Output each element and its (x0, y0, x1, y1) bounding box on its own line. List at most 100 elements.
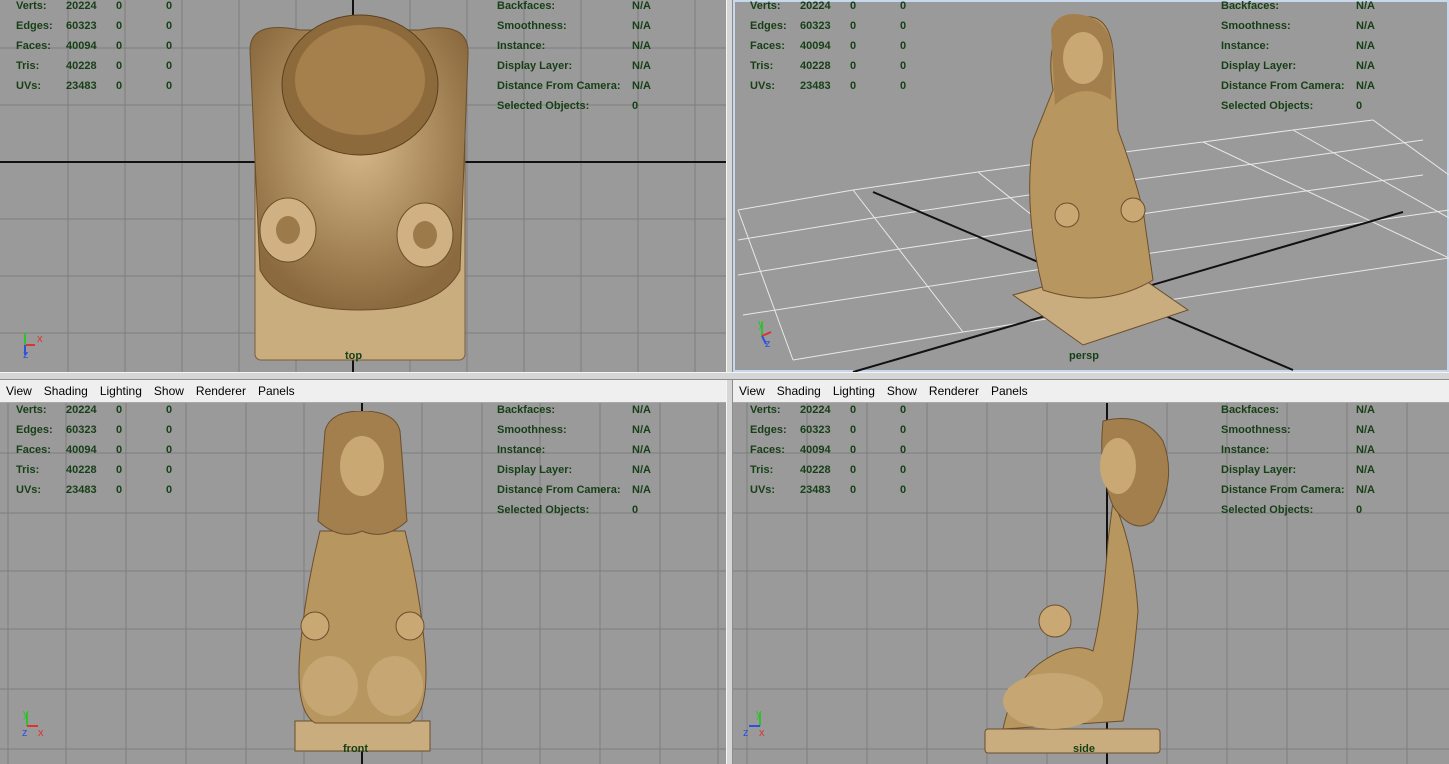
axis-gizmo-icon: y z x (743, 708, 765, 738)
hud-label: Display Layer: (497, 464, 573, 476)
hud-value: 0 (166, 404, 173, 416)
axis-gizmo-icon: y z (758, 318, 772, 348)
menu-view[interactable]: View (733, 384, 771, 398)
viewport-canvas[interactable]: Verts: 20224 0 0 Edges: 60323 0 0 Faces: 40094 0… (733, 0, 1449, 372)
hud-info-row: Smoothness: N/A (1221, 16, 1396, 36)
menu-view[interactable]: View (0, 384, 38, 398)
hud-value: N/A (632, 40, 651, 52)
hud-value: 0 (900, 484, 907, 496)
hud-info-row: Distance From Camera: N/A (1221, 76, 1396, 96)
hud-label: Instance: (497, 40, 546, 52)
menu-lighting[interactable]: Lighting (94, 384, 148, 398)
hud-faces-row: Faces: 40094 0 0 (750, 36, 930, 56)
hud-value: 0 (850, 404, 857, 416)
axis-y-label: y (758, 318, 764, 330)
hud-info-row: Display Layer: N/A (497, 56, 672, 76)
statue-top-view[interactable] (240, 10, 480, 362)
hud-info-row: Distance From Camera: N/A (497, 76, 672, 96)
hud-tris-row: Tris: 40228 0 0 (16, 56, 196, 76)
statue-side-view[interactable] (983, 411, 1203, 756)
camera-label-top: top (345, 350, 363, 362)
viewport-persp[interactable]: Verts: 20224 0 0 Edges: 60323 0 0 Faces: 40094 0… (733, 0, 1449, 372)
hud-value: 40228 (66, 60, 97, 72)
hud-value: 0 (116, 404, 123, 416)
hud-label: UVs: (750, 484, 776, 496)
viewport-canvas[interactable]: Verts: 20224 0 0 Edges: 60323 0 0 Faces: 40094 0… (0, 403, 726, 764)
hud-info-row: Smoothness: N/A (497, 16, 672, 36)
hud-label: Selected Objects: (497, 100, 590, 112)
hud-label: Faces: (16, 444, 51, 456)
axis-gizmo-icon: x z (23, 333, 43, 360)
axis-z-label: z (22, 727, 28, 738)
viewport-canvas[interactable]: Verts: 20224 0 0 Edges: 60323 0 0 Faces: 40094 0… (0, 0, 726, 372)
hud-value: 0 (850, 464, 857, 476)
hud-label: Backfaces: (497, 0, 556, 12)
hud-value: N/A (1356, 464, 1375, 476)
hud-value: 0 (166, 444, 173, 456)
hud-value: 0 (900, 464, 907, 476)
hud-label: Smoothness: (497, 424, 567, 436)
hud-uvs-row: UVs: 23483 0 0 (750, 76, 930, 96)
hud-info-row: Selected Objects: 0 (497, 96, 672, 116)
menu-shading[interactable]: Shading (771, 384, 827, 398)
hud-label: Display Layer: (497, 60, 573, 72)
hud-uvs-row: UVs: 23483 0 0 (750, 480, 930, 500)
poly-count-hud: Verts: 20224 0 0 Edges: 60323 0 0 Faces: 40094 0… (16, 0, 196, 96)
hud-value: 0 (850, 444, 857, 456)
axis-x-label: x (38, 727, 44, 738)
hud-value: 20224 (66, 404, 97, 416)
hud-value: N/A (632, 0, 651, 12)
hud-label: Edges: (750, 424, 787, 436)
hud-info-row: Instance: N/A (1221, 36, 1396, 56)
hud-label: Smoothness: (1221, 20, 1291, 32)
hud-edges-row: Edges: 60323 0 0 (16, 16, 196, 36)
viewport-top[interactable]: Verts: 20224 0 0 Edges: 60323 0 0 Faces: 40094 0… (0, 0, 726, 372)
menu-show[interactable]: Show (881, 384, 923, 398)
pane-divider-vertical[interactable] (726, 0, 733, 764)
hud-value: N/A (632, 404, 651, 416)
camera-label-side: side (1073, 743, 1096, 755)
hud-label: Verts: (16, 404, 47, 416)
statue-persp-view[interactable] (1003, 10, 1203, 350)
menu-panels[interactable]: Panels (252, 384, 301, 398)
hud-label: Edges: (16, 20, 53, 32)
hud-info-row: Backfaces: N/A (497, 400, 672, 420)
statue-front-view[interactable] (285, 411, 440, 756)
hud-value: 40094 (800, 444, 831, 456)
hud-value: 60323 (66, 20, 97, 32)
hud-label: Backfaces: (1221, 0, 1280, 12)
menu-renderer[interactable]: Renderer (190, 384, 252, 398)
viewport-side[interactable]: View Shading Lighting Show Renderer Pane… (733, 380, 1449, 764)
hud-edges-row: Edges: 60323 0 0 (750, 16, 930, 36)
hud-info-row: Instance: N/A (497, 440, 672, 460)
hud-value: 40094 (800, 40, 831, 52)
hud-label: Selected Objects: (1221, 100, 1314, 112)
hud-value: N/A (1356, 424, 1375, 436)
hud-verts-row: Verts: 20224 0 0 (750, 0, 930, 16)
hud-value: N/A (1356, 404, 1375, 416)
hud-value: N/A (632, 80, 651, 92)
viewport-canvas[interactable]: Verts: 20224 0 0 Edges: 60323 0 0 Faces: 40094 0… (733, 403, 1449, 764)
hud-tris-row: Tris: 40228 0 0 (750, 56, 930, 76)
hud-value: N/A (1356, 484, 1375, 496)
hud-value: 60323 (800, 424, 831, 436)
menu-lighting[interactable]: Lighting (827, 384, 881, 398)
hud-value: N/A (1356, 444, 1375, 456)
axis-y-label: y (23, 708, 29, 720)
hud-value: 0 (166, 464, 173, 476)
menu-shading[interactable]: Shading (38, 384, 94, 398)
hud-value: 0 (632, 504, 639, 516)
menu-panels[interactable]: Panels (985, 384, 1034, 398)
hud-label: Distance From Camera: (1221, 80, 1345, 92)
hud-value: 40228 (66, 464, 97, 476)
viewport-front[interactable]: View Shading Lighting Show Renderer Pane… (0, 380, 726, 764)
hud-info-row: Smoothness: N/A (1221, 420, 1396, 440)
hud-value: 40094 (66, 40, 97, 52)
menu-renderer[interactable]: Renderer (923, 384, 985, 398)
axis-gizmo-icon: y z x (22, 708, 44, 738)
pane-divider-horizontal[interactable] (0, 372, 1449, 380)
hud-label: Backfaces: (1221, 404, 1280, 416)
menu-show[interactable]: Show (148, 384, 190, 398)
hud-info-row: Backfaces: N/A (1221, 400, 1396, 420)
axis-x-label: x (37, 333, 43, 345)
